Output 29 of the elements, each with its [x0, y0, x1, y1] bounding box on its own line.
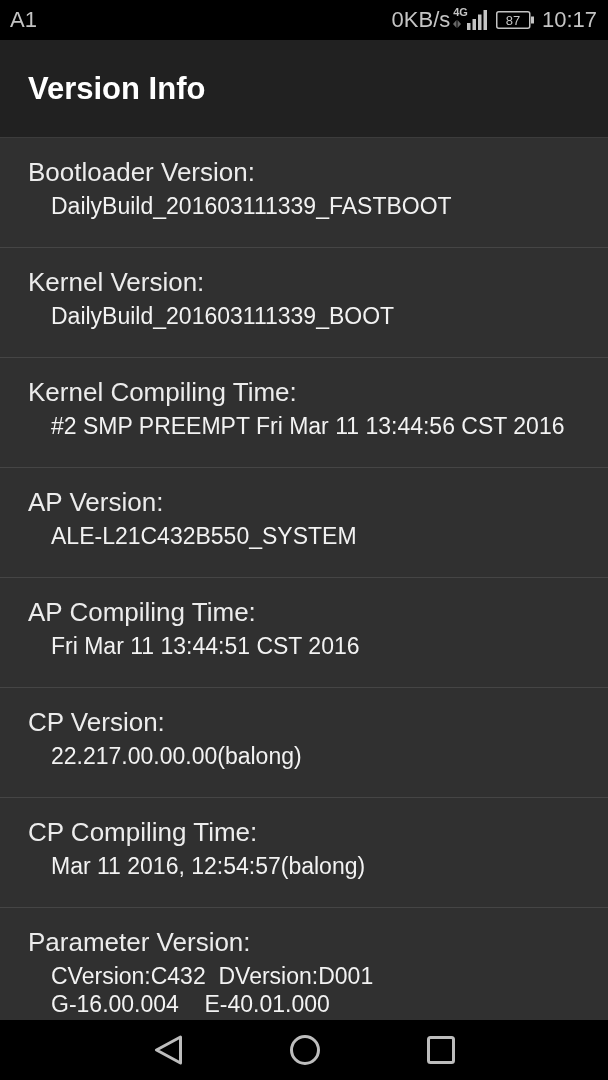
- data-arrows-icon: [453, 19, 462, 28]
- version-label: CP Version:: [28, 707, 166, 737]
- version-value: DailyBuild_201603111339_FASTBOOT: [51, 192, 453, 220]
- network-speed: 0KB/s: [391, 9, 451, 31]
- clock-time: 10:17: [541, 9, 597, 31]
- version-label: AP Version:: [28, 487, 165, 517]
- version-value: #2 SMP PREEMPT Fri Mar 11 13:44:56 CST 2016: [51, 412, 566, 440]
- version-value: CVersion:C432 DVersion:D001: [51, 962, 375, 990]
- recent-apps-icon[interactable]: [426, 1036, 455, 1064]
- version-value: 22.217.00.00.00(balong): [51, 742, 303, 770]
- version-value: Fri Mar 11 13:44:51 CST 2016: [51, 632, 361, 660]
- battery-percentage: 87: [505, 13, 521, 27]
- version-label: Kernel Compiling Time:: [28, 377, 298, 407]
- carrier-name: A1: [10, 9, 37, 31]
- version-value: ALE-L21C432B550_SYSTEM: [51, 522, 358, 550]
- battery-icon: [495, 11, 534, 29]
- version-label: Bootloader Version:: [28, 157, 256, 187]
- version-value: G-16.00.004 E-40.01.000: [51, 990, 331, 1018]
- network-type: 4G: [453, 6, 468, 18]
- version-label: Kernel Version:: [28, 267, 206, 297]
- version-label: Parameter Version:: [28, 927, 252, 957]
- version-label: CP Compiling Time:: [28, 817, 259, 847]
- back-icon[interactable]: [153, 1035, 183, 1065]
- home-icon[interactable]: [289, 1035, 320, 1065]
- screen-title: Version Info: [28, 73, 206, 104]
- version-value: Mar 11 2016, 12:54:57(balong): [51, 852, 367, 880]
- signal-icon: [466, 10, 487, 30]
- version-value: DailyBuild_201603111339_BOOT: [51, 302, 396, 330]
- version-label: AP Compiling Time:: [28, 597, 257, 627]
